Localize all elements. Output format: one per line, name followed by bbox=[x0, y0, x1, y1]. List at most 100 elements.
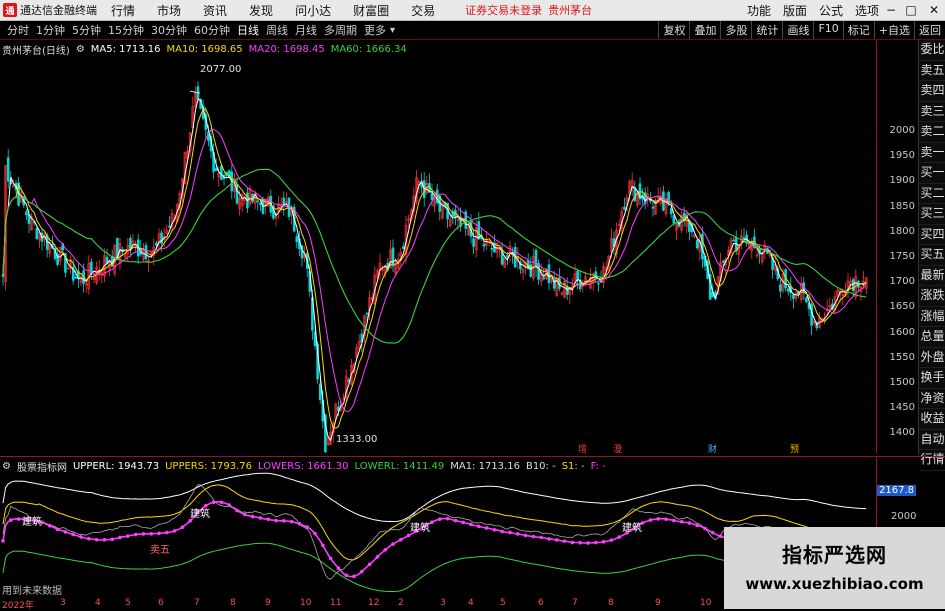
sidebar-item[interactable]: 卖五 bbox=[919, 61, 945, 81]
menu-discover[interactable]: 发现 bbox=[249, 2, 273, 19]
candle-body bbox=[259, 202, 262, 205]
add-watchlist-button[interactable]: +自选 bbox=[873, 21, 914, 39]
candle-body bbox=[160, 232, 163, 244]
period-more[interactable]: 更多 bbox=[364, 22, 386, 38]
event-mark-forecast[interactable]: 预 bbox=[790, 442, 799, 455]
candle-body bbox=[256, 200, 260, 203]
candlestick-chart[interactable] bbox=[0, 40, 876, 453]
period-daily[interactable]: 日线 bbox=[237, 22, 259, 38]
period-monthly[interactable]: 月线 bbox=[295, 22, 317, 38]
sidebar-item[interactable]: 自动 bbox=[919, 430, 945, 450]
candle-body bbox=[482, 243, 486, 247]
minimize-icon[interactable]: − bbox=[883, 3, 899, 17]
period-15min[interactable]: 15分钟 bbox=[108, 22, 144, 38]
menu-trade[interactable]: 交易 bbox=[411, 2, 435, 19]
signal-label: 建筑 bbox=[22, 517, 42, 528]
menu-function[interactable]: 功能 bbox=[747, 2, 771, 19]
period-weekly[interactable]: 周线 bbox=[266, 22, 288, 38]
event-mark-clarify[interactable]: 澄 bbox=[613, 442, 622, 455]
sidebar-item[interactable]: 卖二 bbox=[919, 122, 945, 143]
menu-layout[interactable]: 版面 bbox=[783, 2, 807, 19]
sidebar-item[interactable]: 卖一 bbox=[919, 143, 945, 163]
candle-body bbox=[805, 297, 808, 303]
sidebar-item[interactable]: 买四 bbox=[919, 225, 945, 245]
close-icon[interactable]: ✕ bbox=[923, 3, 945, 17]
price-tick-label: 1850 bbox=[889, 200, 915, 212]
candle-body bbox=[742, 237, 746, 240]
lowers-dot bbox=[469, 522, 473, 527]
lowers-dot bbox=[321, 543, 325, 548]
f10-button[interactable]: F10 bbox=[813, 21, 842, 39]
date-tick-label: 10 bbox=[700, 598, 712, 608]
price-tick-label: 2000 bbox=[889, 125, 915, 136]
sidebar-item[interactable]: 买二 bbox=[919, 184, 945, 204]
sidebar-item[interactable]: 总量 bbox=[919, 327, 945, 348]
menu-news[interactable]: 资讯 bbox=[203, 2, 227, 19]
menu-wealth[interactable]: 财富圈 bbox=[353, 2, 389, 19]
lowers-dot bbox=[344, 573, 349, 578]
draw-line-button[interactable]: 画线 bbox=[782, 21, 813, 39]
indicator-gear-icon[interactable]: ⚙ bbox=[2, 461, 11, 472]
sidebar-item[interactable]: 收益 bbox=[919, 409, 945, 430]
sidebar-item[interactable]: 外盘 bbox=[919, 348, 945, 368]
low-price-label: 1333.00 bbox=[336, 434, 378, 445]
date-tick-label: 12 bbox=[368, 598, 380, 608]
lowers-dot bbox=[531, 534, 536, 539]
lowers-dot bbox=[94, 537, 99, 542]
lowers-dot bbox=[477, 524, 481, 529]
multi-stock-button[interactable]: 多股 bbox=[720, 21, 751, 39]
event-mark-finance[interactable]: 财 bbox=[708, 442, 717, 455]
menu-market[interactable]: 市场 bbox=[157, 2, 181, 19]
overlay-button[interactable]: 叠加 bbox=[689, 21, 720, 39]
menu-ask[interactable]: 问小达 bbox=[295, 2, 331, 19]
menu-quotes[interactable]: 行情 bbox=[111, 2, 135, 19]
lowers-dot bbox=[648, 518, 653, 522]
lowers-dot bbox=[555, 538, 559, 542]
restore-rights-button[interactable]: 复权 bbox=[658, 21, 689, 39]
ma60-value: MA60: 1666.34 bbox=[330, 43, 407, 55]
sidebar-item[interactable]: 买五 bbox=[919, 245, 945, 266]
maximize-icon[interactable]: □ bbox=[903, 3, 919, 17]
sidebar-item[interactable]: 卖四 bbox=[919, 81, 945, 102]
menu-options[interactable]: 选项 bbox=[855, 2, 879, 19]
candle-body bbox=[155, 242, 158, 246]
lowers-value: LOWERS: 1661.30 bbox=[258, 460, 349, 472]
period-multi[interactable]: 多周期 bbox=[324, 22, 357, 38]
sidebar-item[interactable]: 卖三 bbox=[919, 102, 945, 122]
settings-gear-icon[interactable]: ⚙ bbox=[76, 44, 85, 55]
lowers-dot bbox=[445, 516, 450, 521]
lowers-dot bbox=[547, 537, 551, 541]
chevron-down-icon[interactable]: ▾ bbox=[390, 25, 395, 36]
sidebar-item[interactable]: 换手 bbox=[919, 368, 945, 389]
high-price-label: 2077.00 bbox=[200, 64, 242, 75]
login-notice[interactable]: 证券交易未登录 bbox=[465, 2, 542, 18]
sidebar-item[interactable]: 涨幅 bbox=[919, 307, 945, 327]
period-1min[interactable]: 1分钟 bbox=[36, 22, 65, 38]
period-60min[interactable]: 60分钟 bbox=[194, 22, 230, 38]
candle-body bbox=[435, 189, 439, 204]
event-mark-increase[interactable]: 增 bbox=[578, 442, 587, 455]
sidebar-item[interactable]: 委比 bbox=[919, 40, 945, 61]
candle-body bbox=[732, 239, 735, 242]
mark-button[interactable]: 标记 bbox=[842, 21, 874, 39]
sidebar-item[interactable]: 涨跌 bbox=[919, 286, 945, 307]
period-5min[interactable]: 5分钟 bbox=[72, 22, 101, 38]
menu-formula[interactable]: 公式 bbox=[819, 2, 843, 19]
period-30min[interactable]: 30分钟 bbox=[151, 22, 187, 38]
candle-body bbox=[779, 284, 782, 292]
period-tick[interactable]: 分时 bbox=[7, 22, 29, 38]
back-button[interactable]: 返回 bbox=[914, 21, 945, 39]
stock-period-label: 贵州茅台(日线) bbox=[2, 45, 70, 57]
lowers-dot bbox=[133, 532, 138, 537]
sidebar-item[interactable]: 净资 bbox=[919, 389, 945, 409]
indicator-axis-tick: 2000 bbox=[891, 511, 917, 522]
lowers-dot bbox=[180, 525, 185, 530]
sidebar-item[interactable]: 最新 bbox=[919, 266, 945, 286]
lowers-dot bbox=[453, 518, 458, 523]
sidebar-item[interactable]: 买三 bbox=[919, 204, 945, 225]
statistics-button[interactable]: 统计 bbox=[751, 21, 782, 39]
lowers-dot bbox=[360, 569, 364, 574]
lowers-dot bbox=[586, 541, 590, 545]
sidebar-item[interactable]: 买一 bbox=[919, 163, 945, 184]
b10-value: B10: - bbox=[525, 460, 556, 472]
